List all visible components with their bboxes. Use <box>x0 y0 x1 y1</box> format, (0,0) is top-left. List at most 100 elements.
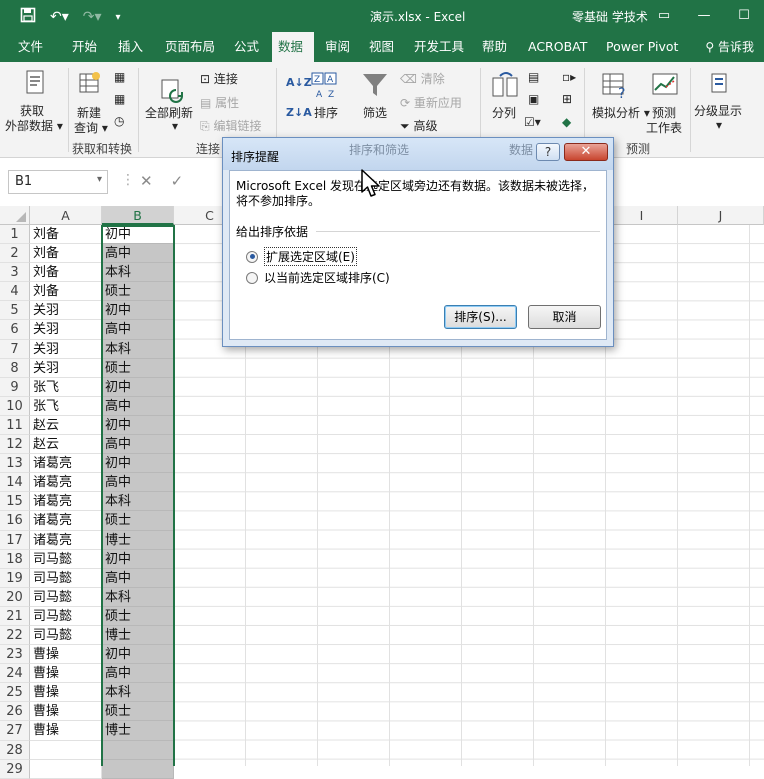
undo-icon[interactable]: ↶▾ <box>50 9 69 25</box>
connections-button[interactable]: ⊡ 连接 <box>200 70 238 87</box>
name-box[interactable]: B1 ▾ <box>8 170 108 194</box>
cell-a[interactable] <box>30 759 102 779</box>
cell-a[interactable]: 关羽 <box>30 358 102 378</box>
current-selection-radio[interactable]: 以当前选定区域排序(C) <box>246 269 390 286</box>
cell-b[interactable]: 初中 <box>102 549 174 569</box>
row-header[interactable]: 21 <box>0 606 30 626</box>
close-icon[interactable]: ✕ <box>564 143 608 161</box>
cell-a[interactable]: 赵云 <box>30 415 102 436</box>
cell-a[interactable]: 刘备 <box>30 225 102 245</box>
enter-entry-icon[interactable]: ✓ <box>171 172 184 190</box>
column-header[interactable]: J <box>678 206 764 225</box>
row-header[interactable]: 29 <box>0 759 30 779</box>
row-header[interactable]: 27 <box>0 721 30 741</box>
cell-b[interactable]: 博士 <box>102 530 174 550</box>
tell-me-search[interactable]: ⚲ 告诉我 <box>705 32 754 62</box>
cell-a[interactable]: 司马懿 <box>30 625 102 646</box>
tab-help[interactable]: 帮助 <box>476 32 513 62</box>
column-header-selected[interactable]: B <box>102 206 174 225</box>
cell-a[interactable]: 曹操 <box>30 702 102 722</box>
row-header[interactable]: 19 <box>0 568 30 588</box>
row-header[interactable]: 22 <box>0 625 30 646</box>
cell-b[interactable]: 博士 <box>102 721 174 741</box>
tab-view[interactable]: 视图 <box>363 32 400 62</box>
cell-a[interactable]: 曹操 <box>30 683 102 703</box>
cell-a[interactable]: 司马懿 <box>30 587 102 607</box>
expand-selection-radio[interactable]: 扩展选定区域(E) <box>246 247 357 266</box>
sort-button[interactable]: 排序 <box>314 104 338 121</box>
data-validation-icon[interactable]: ☑▾ <box>524 115 541 129</box>
cell-b[interactable] <box>102 740 174 760</box>
cell-b[interactable]: 本科 <box>102 492 174 512</box>
cell-b[interactable]: 博士 <box>102 625 174 646</box>
cell-b[interactable]: 初中 <box>102 645 174 665</box>
row-header[interactable]: 8 <box>0 358 30 378</box>
row-header[interactable]: 4 <box>0 282 30 302</box>
cell-b[interactable]: 初中 <box>102 454 174 474</box>
tab-developer[interactable]: 开发工具 <box>408 32 470 62</box>
row-header[interactable]: 13 <box>0 454 30 474</box>
row-header[interactable]: 20 <box>0 587 30 607</box>
row-header[interactable]: 24 <box>0 664 30 684</box>
user-name[interactable]: 零基础 学技术 <box>572 8 648 25</box>
row-header[interactable]: 2 <box>0 244 30 264</box>
cell-a[interactable]: 关羽 <box>30 339 102 359</box>
tab-formulas[interactable]: 公式 <box>228 32 265 62</box>
cell-b[interactable]: 高中 <box>102 396 174 416</box>
row-header[interactable]: 14 <box>0 473 30 493</box>
tab-file[interactable]: 文件 <box>12 32 49 62</box>
column-header[interactable]: A <box>30 206 102 225</box>
manage-data-model-icon[interactable]: ◆ <box>562 115 571 129</box>
reapply-button[interactable]: ⟳ 重新应用 <box>400 94 462 111</box>
cell-a[interactable]: 关羽 <box>30 320 102 340</box>
row-header[interactable]: 25 <box>0 683 30 703</box>
cell-a[interactable]: 司马懿 <box>30 568 102 588</box>
row-header[interactable]: 1 <box>0 225 30 245</box>
row-header[interactable]: 5 <box>0 301 30 321</box>
tab-page-layout[interactable]: 页面布局 <box>159 32 221 62</box>
tab-insert[interactable]: 插入 <box>112 32 149 62</box>
cell-b[interactable]: 硕士 <box>102 358 174 378</box>
redo-icon[interactable]: ↷▾ <box>83 9 102 25</box>
flash-fill-icon[interactable]: ▤ <box>528 70 539 84</box>
edit-links-button[interactable]: ⎘ 编辑链接 <box>200 117 261 134</box>
cell-b[interactable]: 高中 <box>102 320 174 340</box>
cell-a[interactable]: 赵云 <box>30 435 102 455</box>
tab-home[interactable]: 开始 <box>66 32 103 62</box>
cell-a[interactable]: 诸葛亮 <box>30 454 102 474</box>
tab-acrobat[interactable]: ACROBAT <box>522 32 593 62</box>
row-header[interactable]: 15 <box>0 492 30 512</box>
cell-b[interactable]: 高中 <box>102 473 174 493</box>
minimize-icon[interactable]: — <box>684 0 724 30</box>
dialog-title-bar[interactable]: 排序和筛选 数据 排序提醒 ? ✕ <box>223 138 613 170</box>
cell-a[interactable]: 司马懿 <box>30 549 102 569</box>
show-queries-icon[interactable]: ▦ <box>114 70 125 84</box>
customize-qat-icon[interactable]: ▾ <box>116 12 121 23</box>
row-header[interactable]: 3 <box>0 263 30 283</box>
cell-b[interactable]: 高中 <box>102 244 174 264</box>
advanced-filter-button[interactable]: ⏷ 高级 <box>400 117 437 134</box>
cell-a[interactable]: 诸葛亮 <box>30 511 102 531</box>
cell-b[interactable]: 本科 <box>102 339 174 359</box>
recent-sources-icon[interactable]: ◷ <box>114 114 124 128</box>
row-header[interactable]: 23 <box>0 645 30 665</box>
maximize-icon[interactable]: ☐ <box>724 0 764 30</box>
cell-b[interactable]: 高中 <box>102 568 174 588</box>
sort-ascending-icon[interactable]: A↓Z <box>286 76 312 89</box>
clear-filter-button[interactable]: ⌫ 清除 <box>400 70 445 87</box>
cell-a[interactable]: 诸葛亮 <box>30 530 102 550</box>
sort-descending-icon[interactable]: Z↓A <box>286 106 312 119</box>
row-header[interactable]: 11 <box>0 415 30 436</box>
row-header[interactable]: 10 <box>0 396 30 416</box>
tab-review[interactable]: 审阅 <box>319 32 356 62</box>
cell-b[interactable]: 硕士 <box>102 702 174 722</box>
cell-b[interactable] <box>102 759 174 779</box>
cell-b[interactable]: 硕士 <box>102 511 174 531</box>
cell-a[interactable]: 司马懿 <box>30 606 102 626</box>
text-to-columns-button[interactable]: 分列 <box>492 104 516 121</box>
filter-button[interactable]: 筛选 <box>363 104 387 121</box>
cell-a[interactable]: 曹操 <box>30 645 102 665</box>
select-all-corner[interactable] <box>0 206 30 225</box>
refresh-all-button[interactable]: 全部刷新 <box>145 104 193 121</box>
help-icon[interactable]: ? <box>536 143 560 161</box>
